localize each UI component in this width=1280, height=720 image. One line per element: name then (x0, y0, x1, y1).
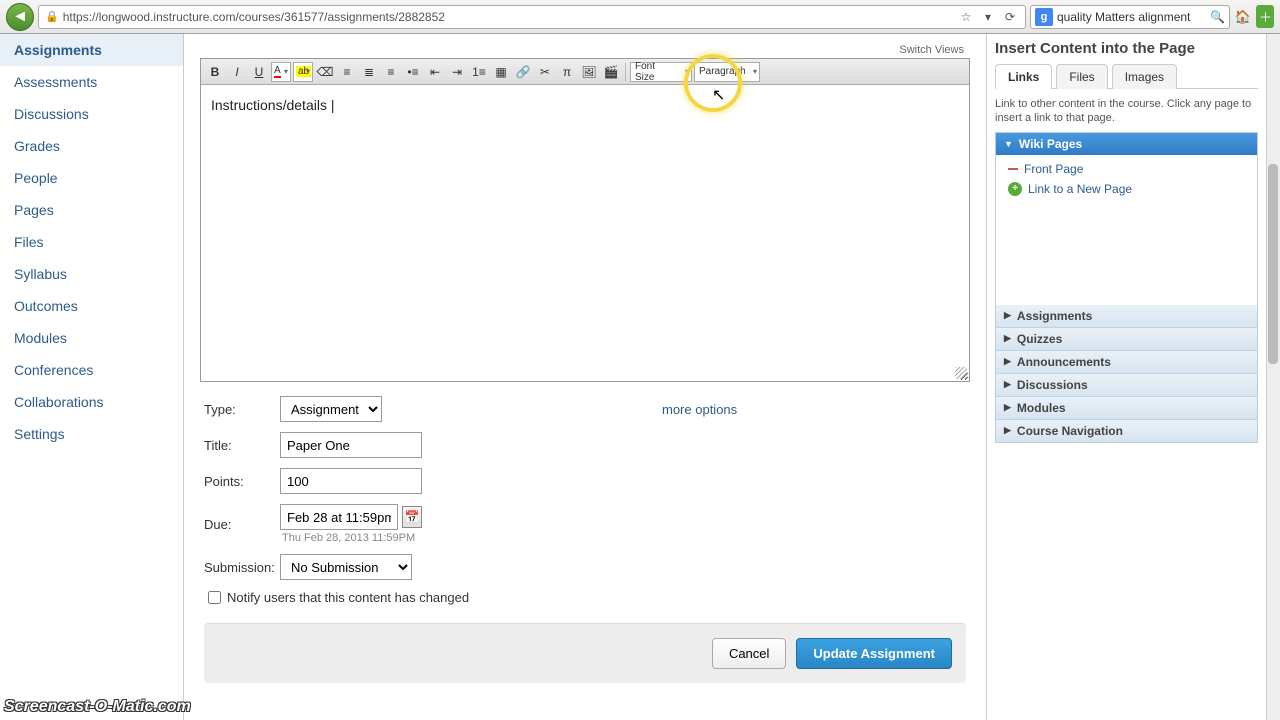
more-options-link[interactable]: more options (662, 402, 737, 417)
type-label: Type: (204, 402, 280, 417)
section-assignments[interactable]: ▶Assignments (996, 305, 1257, 327)
scrollbar-track[interactable] (1266, 34, 1280, 720)
plus-icon: + (1008, 182, 1022, 196)
editor-toolbar: B I U A ab ⌫ ≡ ≣ ≡ •≡ ⇤ ⇥ 1≡ ▦ 🔗 ✂ π 🖼 🎬 (201, 59, 969, 85)
table-button[interactable]: ▦ (491, 62, 511, 82)
submission-select[interactable]: No Submission (280, 554, 412, 580)
scrollbar-thumb[interactable] (1268, 164, 1278, 364)
insert-content-panel: Insert Content into the Page LinksFilesI… (986, 34, 1266, 720)
tab-images[interactable]: Images (1112, 64, 1177, 89)
editor-textarea[interactable]: Instructions/details | (201, 85, 969, 381)
unlink-button[interactable]: ✂ (535, 62, 555, 82)
notify-label: Notify users that this content has chang… (227, 590, 469, 605)
equation-button[interactable]: π (557, 62, 577, 82)
cancel-button[interactable]: Cancel (712, 638, 786, 669)
section-announcements[interactable]: ▶Announcements (996, 350, 1257, 373)
addon-icon[interactable]: ＋ (1256, 5, 1274, 28)
browser-search[interactable]: g quality Matters alignment 🔍 (1030, 5, 1230, 29)
lock-icon: 🔒 (45, 10, 59, 23)
sidebar-item-assessments[interactable]: Assessments (0, 66, 183, 98)
sidebar-item-grades[interactable]: Grades (0, 130, 183, 162)
sidebar-item-outcomes[interactable]: Outcomes (0, 290, 183, 322)
clear-format-button[interactable]: ⌫ (315, 62, 335, 82)
points-input[interactable] (280, 468, 422, 494)
sidebar-item-conferences[interactable]: Conferences (0, 354, 183, 386)
outdent-button[interactable]: ⇤ (425, 62, 445, 82)
bg-color-dropdown[interactable]: ab (293, 62, 313, 82)
section-quizzes[interactable]: ▶Quizzes (996, 327, 1257, 350)
due-hint-text: Thu Feb 28, 2013 11:59PM (280, 532, 422, 544)
paragraph-dropdown[interactable]: Paragraph (694, 62, 760, 82)
italic-button[interactable]: I (227, 62, 247, 82)
links-accordion: ▼Wiki Pages Front Page +Link to a New Pa… (995, 132, 1258, 443)
sidebar-item-collaborations[interactable]: Collaborations (0, 386, 183, 418)
align-right-button[interactable]: ≡ (381, 62, 401, 82)
wiki-pages-body: Front Page +Link to a New Page (996, 155, 1257, 305)
due-input[interactable] (280, 504, 398, 530)
url-dropdown-icon[interactable]: ▾ (979, 10, 997, 24)
front-page-link[interactable]: Front Page (1002, 159, 1251, 179)
due-label: Due: (204, 517, 280, 532)
tab-files[interactable]: Files (1056, 64, 1107, 89)
url-text: https://longwood.instructure.com/courses… (63, 10, 445, 24)
panel-title: Insert Content into the Page (995, 40, 1258, 57)
align-center-button[interactable]: ≣ (359, 62, 379, 82)
section-modules[interactable]: ▶Modules (996, 396, 1257, 419)
bullet-list-button[interactable]: •≡ (403, 62, 423, 82)
section-course-navigation[interactable]: ▶Course Navigation (996, 419, 1257, 442)
sidebar-item-syllabus[interactable]: Syllabus (0, 258, 183, 290)
home-icon[interactable]: 🏠 (1234, 9, 1252, 25)
submission-label: Submission: (204, 560, 280, 575)
sidebar-item-settings[interactable]: Settings (0, 418, 183, 450)
indent-button[interactable]: ⇥ (447, 62, 467, 82)
underline-button[interactable]: U (249, 62, 269, 82)
panel-tabs: LinksFilesImages (995, 63, 1258, 89)
update-assignment-button[interactable]: Update Assignment (796, 638, 952, 669)
number-list-button[interactable]: 1≡ (469, 62, 489, 82)
link-button[interactable]: 🔗 (513, 62, 533, 82)
browser-toolbar: ◄ 🔒 https://longwood.instructure.com/cou… (0, 0, 1280, 34)
tab-links[interactable]: Links (995, 64, 1052, 89)
panel-hint: Link to other content in the course. Cli… (995, 97, 1258, 126)
new-page-link[interactable]: +Link to a New Page (1002, 179, 1251, 199)
text-color-dropdown[interactable]: A (271, 62, 291, 82)
points-label: Points: (204, 474, 280, 489)
main-content: Switch Views B I U A ab ⌫ ≡ ≣ ≡ •≡ ⇤ ⇥ 1… (184, 34, 986, 720)
sidebar-item-assignments[interactable]: Assignments (0, 34, 183, 66)
align-left-button[interactable]: ≡ (337, 62, 357, 82)
notify-checkbox[interactable] (208, 591, 221, 604)
title-input[interactable] (280, 432, 422, 458)
watermark-text: Screencast-O-Matic.com (4, 698, 191, 716)
sidebar-item-modules[interactable]: Modules (0, 322, 183, 354)
rich-text-editor: B I U A ab ⌫ ≡ ≣ ≡ •≡ ⇤ ⇥ 1≡ ▦ 🔗 ✂ π 🖼 🎬 (200, 58, 970, 382)
image-button[interactable]: 🖼 (579, 62, 599, 82)
course-nav: AssignmentsAssessmentsDiscussionsGradesP… (0, 34, 184, 720)
search-icon[interactable]: 🔍 (1210, 10, 1225, 24)
sidebar-item-people[interactable]: People (0, 162, 183, 194)
calendar-icon[interactable]: 📅 (402, 506, 422, 528)
minus-icon (1008, 168, 1018, 170)
google-icon: g (1035, 8, 1053, 26)
url-bar[interactable]: 🔒 https://longwood.instructure.com/cours… (38, 5, 1026, 29)
wiki-pages-header[interactable]: ▼Wiki Pages (996, 133, 1257, 155)
section-discussions[interactable]: ▶Discussions (996, 373, 1257, 396)
bold-button[interactable]: B (205, 62, 225, 82)
media-button[interactable]: 🎬 (601, 62, 621, 82)
reload-icon[interactable]: ⟳ (1001, 10, 1019, 24)
switch-views-link[interactable]: Switch Views (200, 40, 970, 58)
font-size-dropdown[interactable]: Font Size (630, 62, 692, 82)
sidebar-item-files[interactable]: Files (0, 226, 183, 258)
assignment-form: Type: Assignment more options Title: Poi… (200, 382, 970, 687)
back-button[interactable]: ◄ (6, 3, 34, 31)
type-select[interactable]: Assignment (280, 396, 382, 422)
title-label: Title: (204, 438, 280, 453)
sidebar-item-discussions[interactable]: Discussions (0, 98, 183, 130)
search-text: quality Matters alignment (1057, 10, 1190, 24)
bookmark-star-icon[interactable]: ☆ (957, 10, 975, 24)
sidebar-item-pages[interactable]: Pages (0, 194, 183, 226)
